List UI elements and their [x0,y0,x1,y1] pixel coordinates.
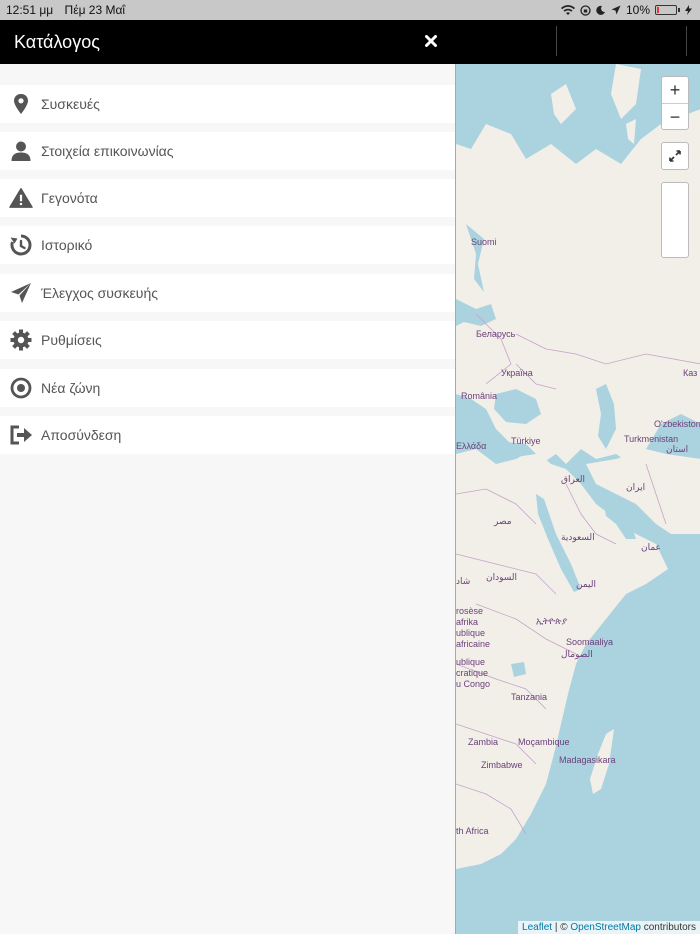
target-icon [9,376,33,400]
map-label: شاد [456,576,471,586]
zoom-control: + − [661,76,689,130]
wifi-icon [560,4,575,16]
menu-item-label: Συσκευές [41,96,100,112]
expand-icon [669,150,681,162]
map-layers-control[interactable] [661,182,689,258]
map-label: Turkmenistan [624,434,679,444]
zoom-out-button[interactable]: − [662,104,688,130]
map-label: Каз [683,368,698,378]
history-icon [9,233,33,257]
warning-icon [9,186,33,210]
menu-item-label: Στοιχεία επικοινωνίας [41,143,174,159]
map-label: rosèse [456,606,484,616]
map-label: ኢትዮጵያ [536,616,568,626]
menu-title: Κατάλογος [14,32,100,52]
map-label: اليمن [576,579,597,589]
status-bar: 12:51 μμ Πέμ 23 Μαΐ 10% [0,0,700,20]
map-label: România [461,391,498,401]
map-label: th Africa [456,826,489,836]
leaflet-link[interactable]: Leaflet [522,922,552,933]
map-label: Suomi [471,237,497,247]
map-label: Moçambique [518,737,570,747]
menu-item-device-control[interactable]: Έλεγχος συσκευής [0,274,455,312]
close-button[interactable] [420,30,442,52]
fullscreen-button[interactable] [661,142,689,170]
map-label: Zambia [468,737,499,747]
close-icon [425,35,437,47]
zoom-in-button[interactable]: + [662,77,688,103]
map-label: استان [666,444,689,454]
map-label: عمان [641,542,661,552]
battery-tip [678,8,680,12]
menu-item-devices[interactable]: Συσκευές [0,85,455,123]
map-label: O'zbekiston [654,419,700,429]
attribution-suffix: contributors [640,922,696,933]
map-label: u Congo [456,679,491,689]
menu-header: Κατάλογος [0,20,700,64]
gear-icon [9,328,33,352]
logout-icon [9,423,33,447]
map-view[interactable]: Suomi Беларусь Україна România Ελλάδα Tü… [455,64,700,934]
map-label: السعودية [561,532,595,542]
header-divider [686,26,687,56]
map-attribution: Leaflet | © OpenStreetMap contributors [518,921,700,934]
menu-item-label: Ιστορικό [41,237,93,253]
user-icon [9,139,33,163]
map-label: الصومال [561,649,593,659]
moon-icon [596,5,606,15]
menu-item-label: Γεγονότα [41,190,98,206]
map-label: Madagasikara [559,755,616,765]
map-label: Беларусь [476,329,516,339]
map-pin-icon [9,92,33,116]
map-label: ایران [626,482,646,492]
map-label: ublique [456,657,486,667]
menu-item-events[interactable]: Γεγονότα [0,179,455,217]
orientation-lock-icon [580,4,591,16]
menu-item-label: Αποσύνδεση [41,427,122,443]
menu-item-new-zone[interactable]: Νέα ζώνη [0,369,455,407]
map-label: Tanzania [511,692,548,702]
menu-item-label: Ρυθμίσεις [41,332,102,348]
map-label: afrika [456,617,479,627]
header-divider [556,26,557,56]
map-label: Soomaaliya [566,637,614,647]
menu-item-label: Έλεγχος συσκευής [41,285,158,301]
side-menu: Συσκευές Στοιχεία επικοινωνίας Γεγονότα … [0,64,455,934]
send-icon [9,281,33,305]
attribution-separator: | © [552,922,571,933]
menu-item-logout[interactable]: Αποσύνδεση [0,416,455,454]
menu-item-history[interactable]: Ιστορικό [0,226,455,264]
map-label: cratique [456,668,489,678]
map-label: ublique [456,628,486,638]
map-label: africaine [456,639,491,649]
map-label: Türkiye [511,436,541,446]
map-label: السودان [486,572,518,582]
battery-percent: 10% [625,3,650,17]
menu-item-settings[interactable]: Ρυθμίσεις [0,321,455,359]
charging-icon [685,5,692,15]
map-label: Україна [501,368,533,378]
battery-icon [655,5,677,15]
menu-item-label: Νέα ζώνη [41,380,101,396]
map-label: Ελλάδα [456,441,487,451]
osm-link[interactable]: OpenStreetMap [570,922,641,933]
map-label: Zimbabwe [481,760,523,770]
map-label: مصر [494,516,512,526]
status-time: 12:51 μμ [6,3,54,17]
menu-item-contacts[interactable]: Στοιχεία επικοινωνίας [0,132,455,170]
location-arrow-icon [611,5,621,15]
status-date: Πέμ 23 Μαΐ [64,3,126,17]
map-label: العراق [561,474,586,484]
